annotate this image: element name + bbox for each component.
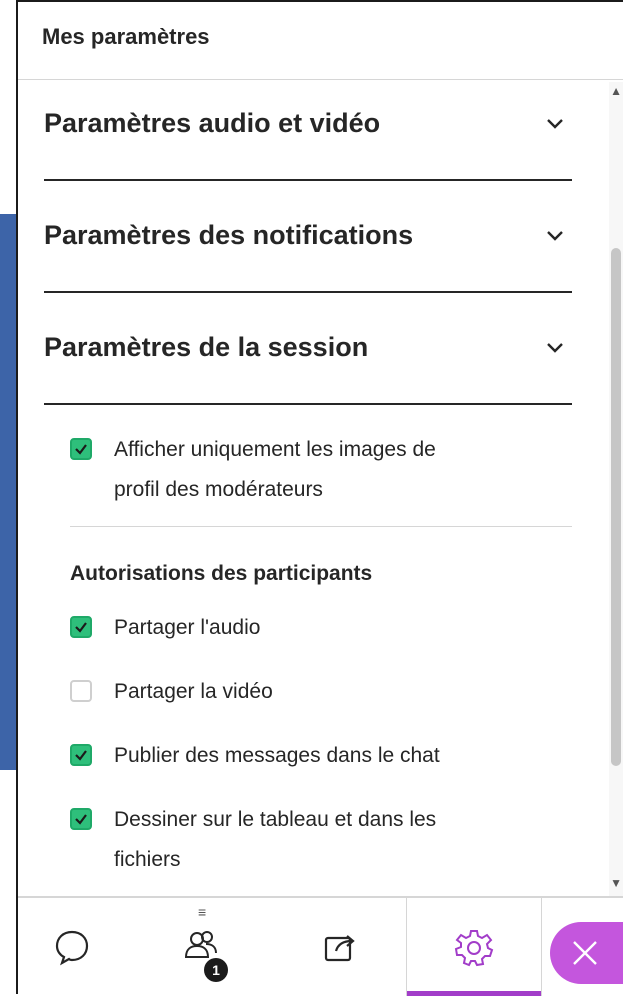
chevron-down-icon [546, 115, 564, 133]
chevron-down-icon [546, 339, 564, 357]
section-title: Paramètres audio et vidéo [44, 108, 381, 138]
share-video-checkbox[interactable] [70, 680, 92, 702]
chevron-down-icon [546, 227, 564, 245]
close-button[interactable] [550, 922, 623, 984]
panel-header: Mes paramètres [18, 2, 623, 80]
section-session[interactable]: Paramètres de la session [44, 332, 572, 363]
scroll-down-icon[interactable]: ▼ [610, 876, 622, 890]
profile-images-label: profil des modérateurs [114, 478, 323, 501]
panel-title: Mes paramètres [42, 23, 210, 49]
permissions-title: Autorisations des participants [70, 562, 373, 585]
settings-button[interactable] [406, 898, 542, 996]
background-strip [0, 214, 16, 770]
share-audio-checkbox[interactable] [70, 616, 92, 638]
participants-count-badge: 1 [204, 958, 228, 982]
bottom-navigation: ≡ 1 [18, 896, 623, 998]
close-icon [573, 941, 597, 965]
section-divider [44, 403, 572, 405]
section-audio-video[interactable]: Paramètres audio et vidéo [44, 108, 572, 139]
section-title: Paramètres de la session [44, 332, 369, 362]
share-audio-label: Partager l'audio [114, 616, 261, 639]
chat-button[interactable] [18, 898, 126, 996]
settings-panel: Mes paramètres Paramètres audio et vidéo… [16, 0, 623, 998]
draw-whiteboard-label: fichiers [114, 848, 181, 871]
chat-messages-label: Publier des messages dans le chat [114, 744, 440, 767]
chat-icon [55, 930, 89, 966]
share-icon [324, 935, 355, 962]
participants-button[interactable] [148, 898, 256, 996]
section-notifications[interactable]: Paramètres des notifications [44, 220, 572, 251]
profile-images-label: Afficher uniquement les images de [114, 438, 436, 461]
settings-icon [454, 930, 494, 967]
chat-messages-checkbox[interactable] [70, 744, 92, 766]
share-content-button[interactable] [286, 898, 394, 996]
scroll-up-icon[interactable]: ▲ [610, 84, 622, 98]
section-divider [44, 179, 572, 181]
share-video-label: Partager la vidéo [114, 680, 273, 703]
draw-whiteboard-checkbox[interactable] [70, 808, 92, 830]
section-title: Paramètres des notifications [44, 220, 414, 250]
profile-images-checkbox[interactable] [70, 438, 92, 460]
scrollbar-thumb[interactable] [611, 248, 621, 766]
option-divider [70, 526, 572, 527]
section-divider [44, 291, 572, 293]
draw-whiteboard-label: Dessiner sur le tableau et dans les [114, 808, 437, 831]
